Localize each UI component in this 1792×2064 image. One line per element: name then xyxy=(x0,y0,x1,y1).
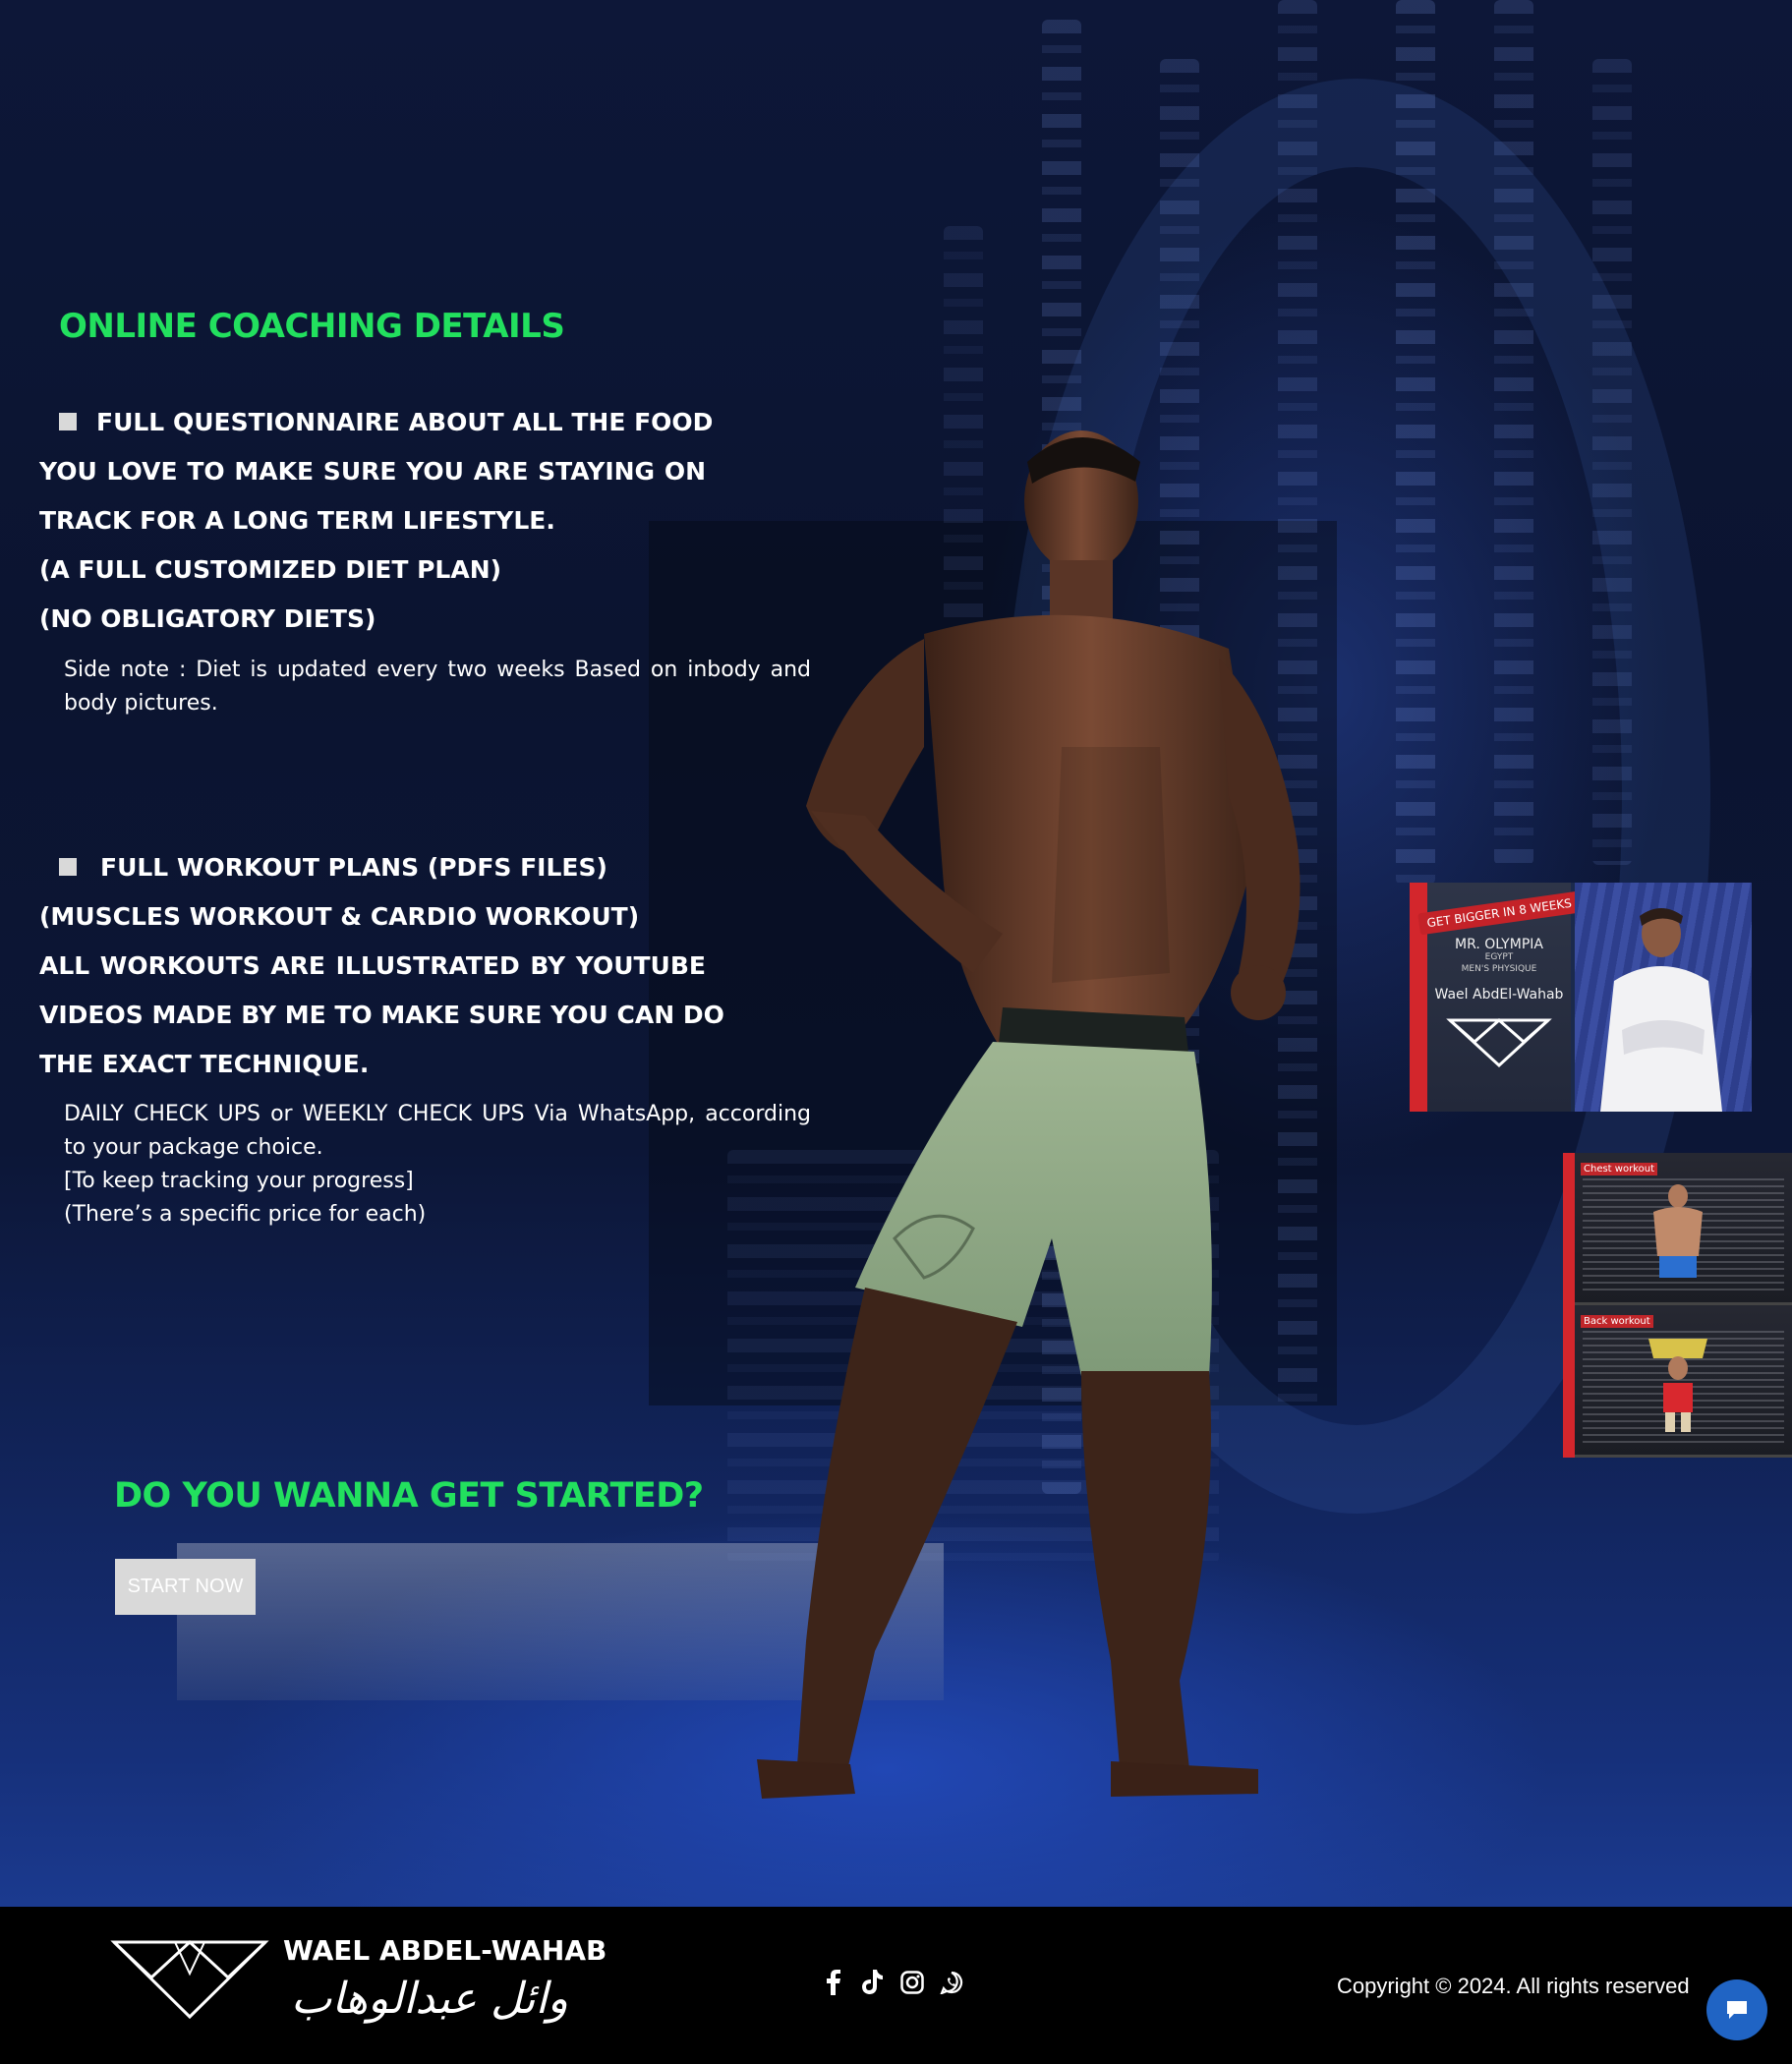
list-item-line: VIDEOS MADE BY ME TO MAKE SURE YOU CAN D… xyxy=(39,1001,724,1029)
list-item-line: THE EXACT TECHNIQUE. xyxy=(39,1050,370,1078)
hieroglyph-column xyxy=(1396,0,1435,885)
tiktok-icon[interactable] xyxy=(861,1969,885,1996)
checkup-note: DAILY CHECK UPS or WEEKLY CHECK UPS Via … xyxy=(64,1102,811,1227)
ebook-subtitle: MEN'S PHYSIQUE xyxy=(1461,964,1537,974)
ebook-front: GET BIGGER IN 8 WEEKS MR. OLYMPIA EGYPT … xyxy=(1410,883,1581,1112)
chest-workout-panel: Chest workout xyxy=(1575,1153,1792,1305)
chat-button[interactable] xyxy=(1706,1979,1767,2040)
coaching-title: ONLINE COACHING DETAILS xyxy=(59,307,565,346)
hieroglyph-column xyxy=(1494,0,1533,865)
workout-plan-preview: Chest workout Back workout xyxy=(1563,1153,1792,1458)
panel-label: Chest workout xyxy=(1581,1163,1658,1175)
ebook-author: Wael AbdEl-Wahab xyxy=(1434,987,1564,1003)
chat-bubble-icon xyxy=(1727,2001,1747,2019)
diamond-logo-icon xyxy=(1446,1018,1552,1068)
athlete-thumbnail xyxy=(1653,1184,1703,1278)
diet-side-note: Side note : Diet is updated every two we… xyxy=(64,658,811,716)
brand-diamond-logo-icon[interactable] xyxy=(110,1934,269,2021)
coaching-item-workout: FULL WORKOUT PLANS (PDFS FILES) (MUSCLES… xyxy=(39,843,724,1089)
bullet-square-icon xyxy=(59,858,77,876)
hieroglyph-column xyxy=(1592,59,1632,865)
list-item-line: FULL QUESTIONNAIRE ABOUT ALL THE FOOD xyxy=(39,398,713,447)
coach-photo xyxy=(1575,883,1752,1112)
ebook-cover-image: GET BIGGER IN 8 WEEKS MR. OLYMPIA EGYPT … xyxy=(1410,883,1752,1112)
ebook-ribbon: GET BIGGER IN 8 WEEKS xyxy=(1417,890,1581,936)
list-item-line: FULL WORKOUT PLANS (PDFS FILES) xyxy=(39,843,706,892)
background-decoration xyxy=(39,187,69,267)
bullet-square-icon xyxy=(59,413,77,430)
brand-name-arabic[interactable]: وائل عبدالوهاب xyxy=(291,1974,568,2024)
list-item-line: TRACK FOR A LONG TERM LIFESTYLE. xyxy=(39,506,555,535)
instagram-icon[interactable] xyxy=(900,1969,924,1996)
list-item-line: ALL WORKOUTS ARE ILLUSTRATED BY YOUTUBE xyxy=(39,951,706,980)
athlete-thumbnail xyxy=(1648,1339,1707,1432)
panel-label: Back workout xyxy=(1581,1315,1653,1328)
cta-title: DO YOU WANNA GET STARTED? xyxy=(114,1476,704,1516)
list-item-line: YOU LOVE TO MAKE SURE YOU ARE STAYING ON xyxy=(39,457,706,486)
ebook-subtitle: EGYPT xyxy=(1484,952,1514,962)
facebook-icon[interactable] xyxy=(822,1969,845,1996)
list-item-line: (A FULL CUSTOMIZED DIET PLAN) xyxy=(39,555,502,584)
list-item-line: (NO OBLIGATORY DIETS) xyxy=(39,604,376,633)
coaching-item-diet: FULL QUESTIONNAIRE ABOUT ALL THE FOOD YO… xyxy=(39,398,713,644)
start-now-button[interactable]: START NOW xyxy=(115,1559,256,1615)
brand-name[interactable]: WAEL ABDEL-WAHAB xyxy=(283,1934,607,1967)
list-item-line: (MUSCLES WORKOUT & CARDIO WORKOUT) xyxy=(39,902,640,931)
back-workout-panel: Back workout xyxy=(1575,1305,1792,1458)
coach-figure xyxy=(1600,908,1722,1112)
ebook-title: MR. OLYMPIA xyxy=(1455,937,1543,952)
copyright-text: Copyright © 2024. All rights reserved xyxy=(1337,1974,1690,1998)
social-links xyxy=(822,1969,963,1996)
whatsapp-icon[interactable] xyxy=(940,1969,963,1996)
